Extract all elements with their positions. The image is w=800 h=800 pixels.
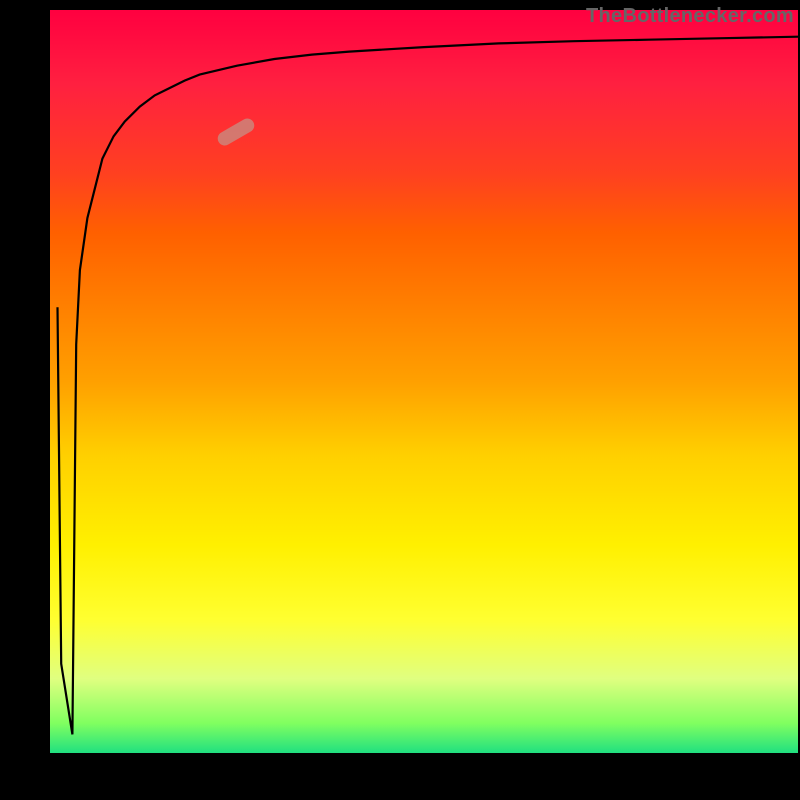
watermark-text: TheBottlenecker.com [586,5,794,28]
chart-container: TheBottlenecker.com [0,0,800,800]
plot-area [50,10,798,753]
